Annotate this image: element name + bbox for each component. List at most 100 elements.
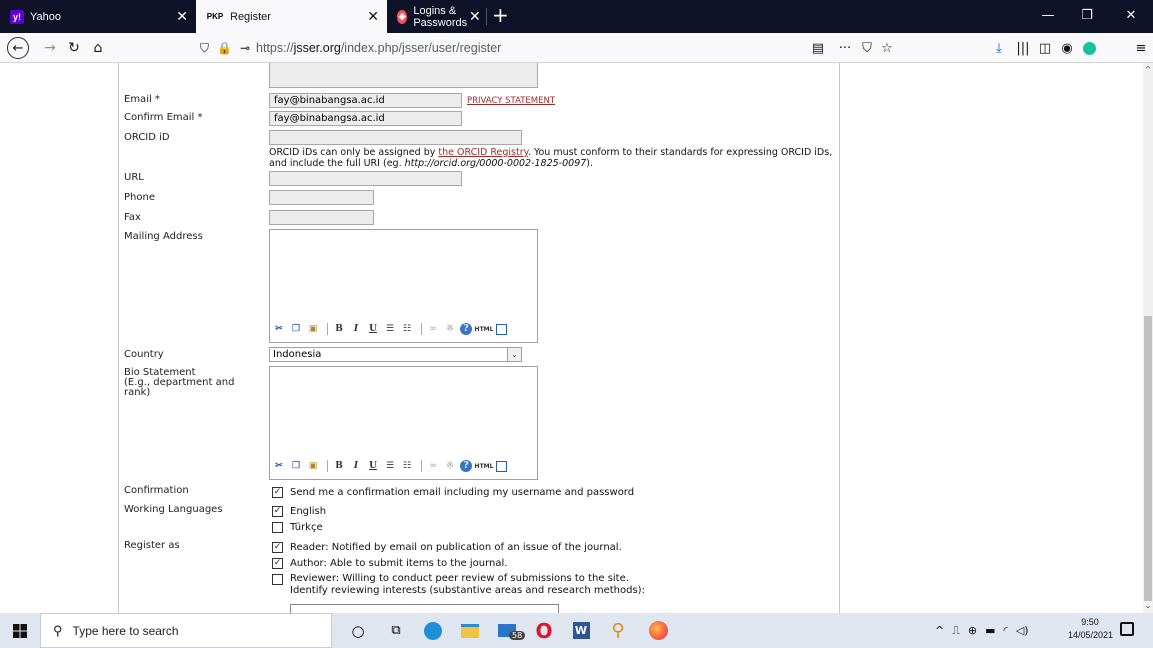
chevron-up-icon[interactable]: ^ xyxy=(935,624,944,637)
minimize-button[interactable]: — xyxy=(1029,0,1067,30)
fullscreen-icon[interactable] xyxy=(496,323,507,335)
download-icon[interactable]: ⤓ xyxy=(990,36,1008,60)
chevron-down-icon: ⌄ xyxy=(507,348,521,361)
orcid-registry-link[interactable]: the ORCID Registry xyxy=(438,147,528,158)
phone-field[interactable] xyxy=(269,190,374,205)
home-icon[interactable]: ⌂ xyxy=(86,36,110,60)
notifications-icon[interactable] xyxy=(1120,622,1134,636)
scroll-down-icon[interactable]: ⌄ xyxy=(1143,601,1153,611)
email-field[interactable]: fay@binabangsa.ac.id xyxy=(269,93,462,108)
maximize-button[interactable]: ❐ xyxy=(1068,0,1106,30)
page-actions-icon[interactable]: ··· xyxy=(835,36,855,60)
search-app-icon[interactable]: ⚲ xyxy=(600,613,636,648)
opera-icon[interactable]: O xyxy=(526,613,562,648)
close-tab-icon[interactable]: ✕ xyxy=(176,9,188,23)
help-icon[interactable]: ? xyxy=(460,460,472,472)
italic-icon[interactable]: I xyxy=(349,322,363,336)
url-label: URL xyxy=(124,172,144,183)
close-tab-icon[interactable]: ✕ xyxy=(367,9,379,23)
unlink-icon[interactable]: ※ xyxy=(443,322,457,336)
extension-grammarly-icon[interactable] xyxy=(1080,36,1098,60)
pkp-favicon-icon: PKP xyxy=(206,12,224,21)
taskbar-clock[interactable]: 9:50 14/05/2021 xyxy=(1068,616,1113,642)
turkish-checkbox[interactable] xyxy=(272,522,283,533)
network-adapter-icon[interactable]: ⊕ xyxy=(968,624,977,637)
close-tab-icon[interactable]: ✕ xyxy=(469,9,481,25)
tab-register[interactable]: PKP Register ✕ xyxy=(196,0,387,33)
english-checkbox[interactable]: ✓ xyxy=(272,506,283,517)
close-window-button[interactable]: ✕ xyxy=(1112,0,1150,30)
paste-icon[interactable]: ▣ xyxy=(306,459,320,473)
new-tab-button[interactable]: + xyxy=(492,5,509,25)
reviewer-interests-field[interactable] xyxy=(290,604,559,613)
reader-checkbox[interactable]: ✓ xyxy=(272,542,283,553)
mail-icon[interactable]: 58 xyxy=(489,613,526,648)
word-icon[interactable]: W xyxy=(563,613,599,648)
firefox-icon[interactable] xyxy=(640,613,676,648)
scrollbar-thumb[interactable] xyxy=(1144,316,1152,601)
privacy-statement-link[interactable]: PRIVACY STATEMENT xyxy=(467,96,555,106)
link-icon[interactable]: ∞ xyxy=(426,459,440,473)
key-icon[interactable]: ⊸ xyxy=(240,41,250,55)
bold-icon[interactable]: B xyxy=(332,322,346,336)
country-select[interactable]: Indonesia ⌄ xyxy=(269,347,522,362)
tab-yahoo[interactable]: y! Yahoo ✕ xyxy=(0,0,196,33)
numbered-list-icon[interactable]: ☷ xyxy=(400,322,414,336)
battery-icon[interactable]: ▬ xyxy=(985,624,995,637)
underline-icon[interactable]: U xyxy=(366,322,380,336)
lock-icon[interactable]: 🔒 xyxy=(217,41,232,55)
html-icon[interactable]: HTML xyxy=(475,322,494,336)
author-checkbox[interactable]: ✓ xyxy=(272,558,283,569)
bold-icon[interactable]: B xyxy=(332,459,346,473)
copy-icon[interactable]: ❐ xyxy=(289,459,303,473)
forward-arrow-icon[interactable]: → xyxy=(38,36,62,60)
shield-icon[interactable]: ⛉ xyxy=(200,41,209,56)
wifi-icon[interactable]: ◜ xyxy=(1004,624,1008,637)
menu-hamburger-icon[interactable]: ≡ xyxy=(1132,36,1150,60)
reviewer-checkbox[interactable] xyxy=(272,574,283,585)
country-value: Indonesia xyxy=(273,349,322,360)
orcid-field[interactable] xyxy=(269,130,522,145)
sidebar-icon[interactable]: ◫ xyxy=(1036,36,1054,60)
confirm-email-field[interactable]: fay@binabangsa.ac.id xyxy=(269,111,462,126)
underline-icon[interactable]: U xyxy=(366,459,380,473)
fullscreen-icon[interactable] xyxy=(496,460,507,472)
paste-icon[interactable]: ▣ xyxy=(306,322,320,336)
help-icon[interactable]: ? xyxy=(460,323,472,335)
fax-field[interactable] xyxy=(269,210,374,225)
confirmation-checkbox[interactable]: ✓ xyxy=(272,487,283,498)
file-explorer-icon[interactable] xyxy=(452,613,488,648)
back-arrow-icon[interactable]: ← xyxy=(7,37,29,59)
vertical-scrollbar[interactable]: ^ ⌄ xyxy=(1143,63,1153,613)
cut-icon[interactable]: ✂ xyxy=(272,459,286,473)
pocket-icon[interactable]: ⛉ xyxy=(858,36,876,60)
cortana-icon[interactable]: ○ xyxy=(340,613,376,648)
html-icon[interactable]: HTML xyxy=(475,459,494,473)
url-field[interactable] xyxy=(269,171,462,186)
link-icon[interactable]: ∞ xyxy=(426,322,440,336)
cut-icon[interactable]: ✂ xyxy=(272,322,286,336)
reader-view-icon[interactable]: ▤ xyxy=(808,36,828,60)
clock-time: 9:50 xyxy=(1081,617,1099,627)
task-view-icon[interactable]: ⧉ xyxy=(378,613,414,648)
usb-icon[interactable]: ⎍ xyxy=(952,624,960,638)
volume-icon[interactable]: ◁) xyxy=(1016,624,1029,637)
bullet-list-icon[interactable]: ☰ xyxy=(383,322,397,336)
country-label: Country xyxy=(124,349,164,360)
scroll-up-icon[interactable]: ^ xyxy=(1143,65,1153,75)
bullet-list-icon[interactable]: ☰ xyxy=(383,459,397,473)
windows-start-button[interactable] xyxy=(0,613,40,648)
extension-ghostery-icon[interactable]: ◉ xyxy=(1058,36,1076,60)
yahoo-favicon-icon: y! xyxy=(10,9,24,24)
address-bar[interactable]: ⛉ 🔒 ⊸ https:// jsser.org /index.php/jsse… xyxy=(200,36,905,60)
numbered-list-icon[interactable]: ☷ xyxy=(400,459,414,473)
previous-textarea[interactable] xyxy=(269,63,538,88)
bookmark-star-icon[interactable]: ☆ xyxy=(878,36,896,60)
library-icon[interactable]: ||| xyxy=(1014,36,1032,60)
copy-icon[interactable]: ❐ xyxy=(289,322,303,336)
reload-icon[interactable]: ↻ xyxy=(62,36,86,60)
edge-icon[interactable] xyxy=(415,613,451,648)
italic-icon[interactable]: I xyxy=(349,459,363,473)
unlink-icon[interactable]: ※ xyxy=(443,459,457,473)
taskbar-search-box[interactable]: ⚲ Type here to search xyxy=(40,613,332,648)
